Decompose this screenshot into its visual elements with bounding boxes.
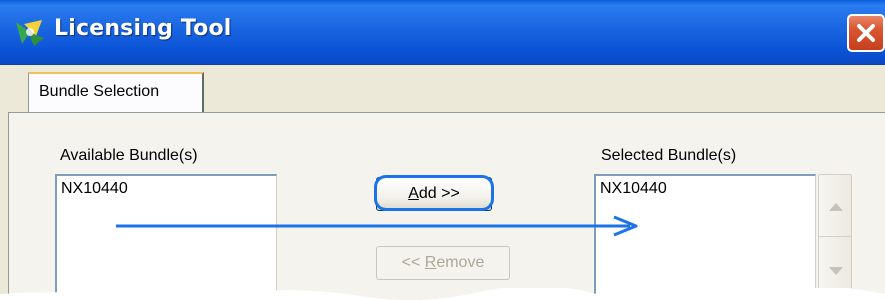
window-title: Licensing Tool	[54, 16, 232, 41]
chevron-down-icon	[829, 267, 843, 275]
add-button-highlight	[374, 175, 494, 211]
close-button[interactable]	[847, 14, 885, 52]
licensing-tool-window: Licensing Tool Bundle Selection Availabl…	[0, 0, 885, 300]
available-bundles-label: Available Bundle(s)	[60, 147, 198, 164]
remove-mnemonic: R	[424, 254, 437, 271]
list-item[interactable]: NX10440	[61, 180, 128, 198]
selected-bundles-label: Selected Bundle(s)	[601, 147, 737, 164]
close-icon	[857, 24, 875, 42]
remove-button[interactable]: << Remove	[376, 246, 510, 280]
torn-edge-decoration	[0, 288, 885, 300]
tab-bundle-selection[interactable]: Bundle Selection	[28, 72, 204, 112]
chevron-up-icon	[829, 203, 843, 211]
tab-label: Bundle Selection	[39, 83, 160, 100]
title-bar[interactable]: Licensing Tool	[0, 0, 885, 65]
remove-button-label: emove	[436, 254, 485, 271]
scroll-up-button[interactable]	[818, 174, 852, 238]
arrow-annotation	[116, 215, 638, 237]
remove-button-prefix: <<	[401, 254, 425, 271]
list-item[interactable]: NX10440	[600, 180, 667, 198]
app-logo-icon	[16, 20, 44, 46]
